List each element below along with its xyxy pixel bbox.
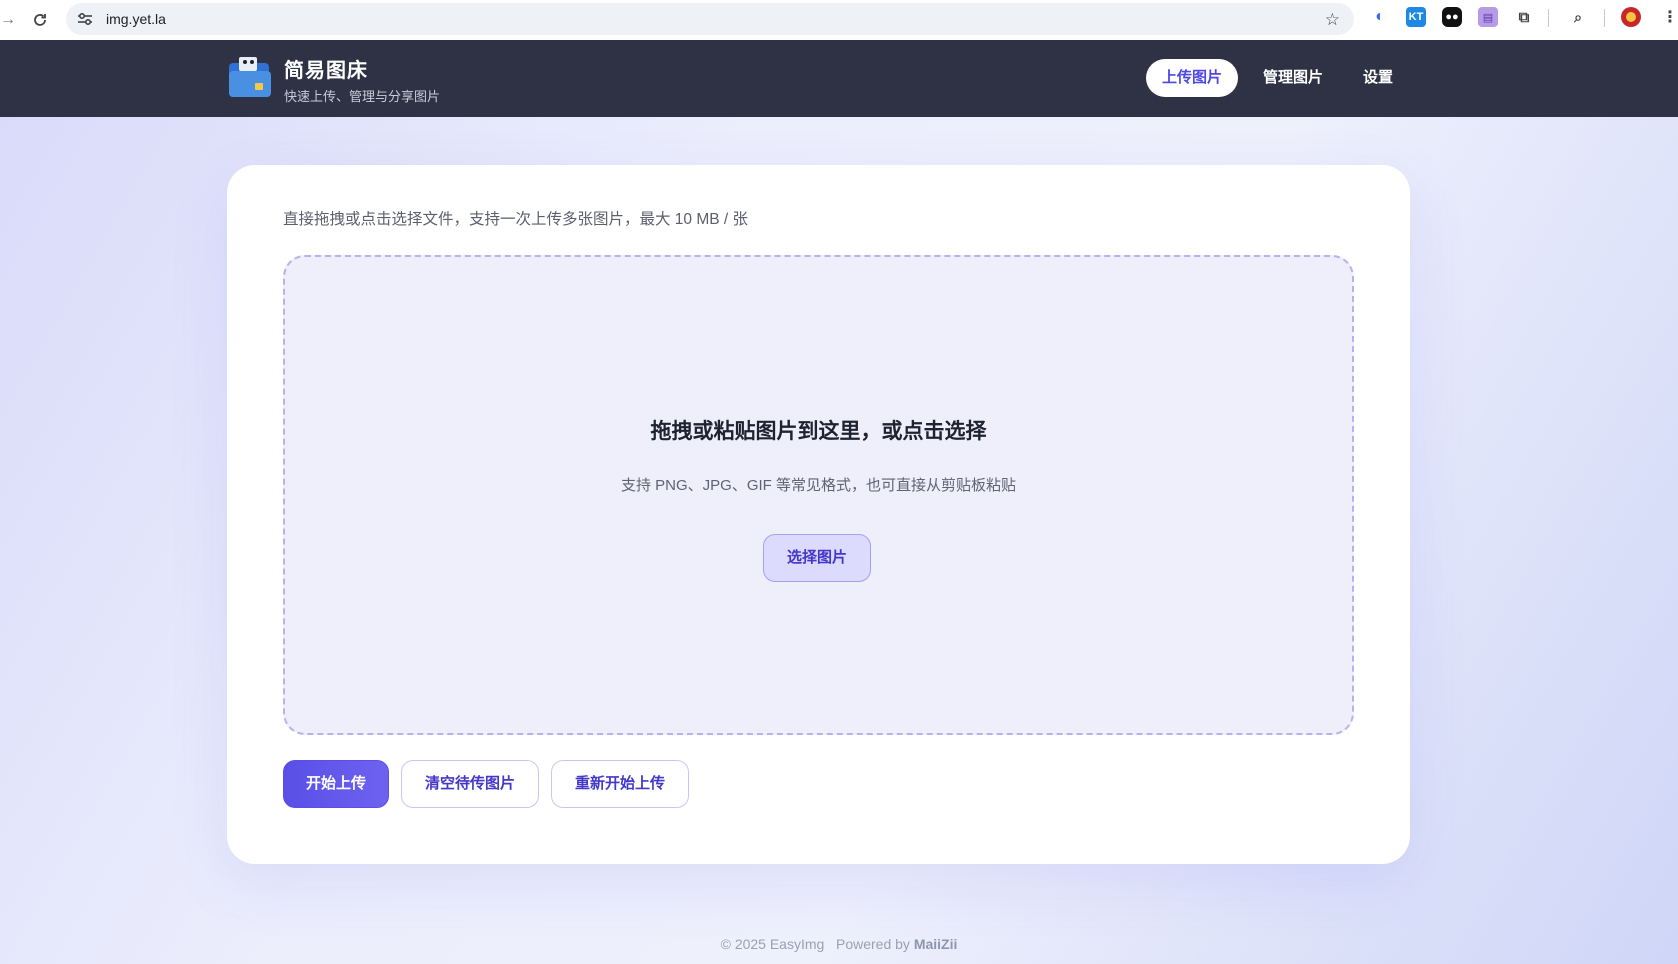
toolbar-divider [1548,9,1549,27]
tab-search-icon[interactable]: ⌕ [1568,7,1588,27]
start-upload-button[interactable]: 开始上传 [283,760,389,808]
reload-icon[interactable] [28,8,52,32]
restart-upload-button[interactable]: 重新开始上传 [551,760,689,808]
url-text[interactable]: img.yet.la [106,11,166,27]
footer: © 2025 EasyImg Powered by MaiiZii [0,936,1678,952]
footer-copyright: © 2025 EasyImg [720,936,825,952]
footer-author-link[interactable]: MaiiZii [914,936,958,952]
footer-powered-by: Powered by [835,936,910,952]
drop-zone-subtitle: 支持 PNG、JPG、GIF 等常见格式，也可直接从剪贴板粘贴 [620,477,1016,494]
copilot-icon[interactable]: ◐ [1370,7,1390,27]
folder-logo-icon[interactable] [225,53,275,101]
site-settings-icon[interactable] [76,10,94,28]
select-image-button[interactable]: 选择图片 [763,534,871,582]
upload-card: 直接拖拽或点击选择文件，支持一次上传多张图片，最大 10 MB / 张 拖拽或粘… [227,165,1410,864]
drop-zone-title: 拖拽或粘贴图片到这里，或点击选择 [650,420,987,443]
browser-toolbar: → img.yet.la ☆ ◐ KT ●● ▤ ⧉ ⌕ ⋮ [0,0,1678,40]
forward-arrow-icon[interactable]: → [0,8,20,32]
tab-settings[interactable]: 设置 [1348,59,1408,97]
tampermonkey-icon[interactable]: ●● [1442,7,1462,27]
clear-queue-button[interactable]: 清空待传图片 [401,760,539,808]
address-bar[interactable]: img.yet.la ☆ [66,3,1354,35]
tab-upload[interactable]: 上传图片 [1146,59,1238,97]
site-subtitle: 快速上传、管理与分享图片 [284,89,441,104]
bookmark-star-icon[interactable]: ☆ [1325,10,1340,30]
upload-hint: 直接拖拽或点击选择文件，支持一次上传多张图片，最大 10 MB / 张 [283,211,749,228]
profile-avatar-icon[interactable] [1621,7,1641,27]
site-title: 简易图床 [284,60,368,82]
browser-menu-icon[interactable]: ⋮ [1660,7,1678,27]
puzzle-extensions-icon[interactable]: ⧉ [1514,7,1534,27]
site-header: 简易图床 快速上传、管理与分享图片 上传图片 管理图片 设置 [0,40,1678,117]
reader-extension-icon[interactable]: ▤ [1478,7,1498,27]
kt-extension-icon[interactable]: KT [1406,7,1426,27]
tab-manage[interactable]: 管理图片 [1250,59,1336,97]
toolbar-divider [1604,9,1605,27]
drop-zone[interactable]: 拖拽或粘贴图片到这里，或点击选择 支持 PNG、JPG、GIF 等常见格式，也可… [283,255,1354,735]
